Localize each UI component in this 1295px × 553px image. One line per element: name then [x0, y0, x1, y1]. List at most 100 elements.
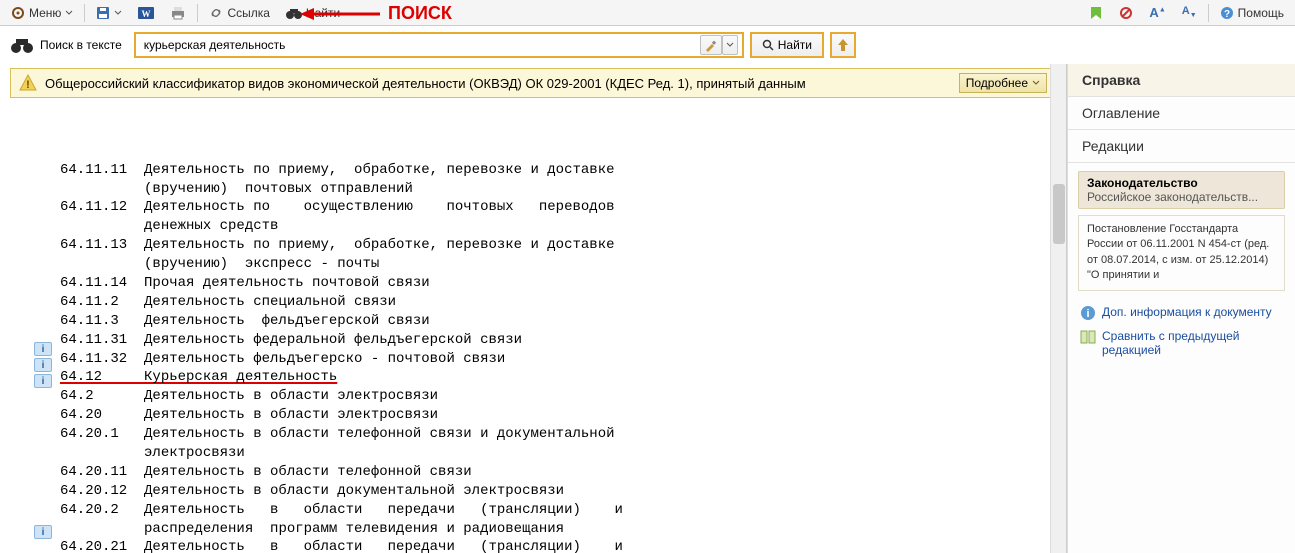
doc-line: 64.11.32 Деятельность фельдъегерско - по… — [60, 350, 1046, 369]
search-row: Поиск в тексте Найти — [0, 26, 1295, 64]
right-panel-header-title: Законодательство — [1087, 176, 1276, 190]
svg-text:?: ? — [1224, 9, 1230, 20]
info-badges-group: i i i — [34, 342, 52, 388]
chevron-down-icon — [1032, 79, 1040, 87]
search-options-button[interactable] — [700, 35, 722, 55]
printer-icon — [170, 6, 186, 20]
right-panel-header: Законодательство Российское законодатель… — [1078, 171, 1285, 209]
doc-line: 64.2 Деятельность в области электросвязи — [60, 387, 1046, 406]
binoculars-icon — [286, 6, 302, 20]
chevron-down-icon — [726, 41, 734, 49]
doc-line: (вручению) экспресс - почты — [60, 255, 1046, 274]
find-button-label: Найти — [778, 38, 812, 52]
search-binoculars-icon — [10, 35, 34, 55]
scrollbar-thumb[interactable] — [1053, 184, 1065, 244]
compare-icon — [1080, 329, 1096, 345]
doc-line: 64.11.2 Деятельность специальной связи — [60, 293, 1046, 312]
doc-line: 64.12 Курьерская деятельность — [60, 368, 1046, 387]
warning-icon: ! — [19, 74, 37, 92]
right-tab[interactable]: Справка — [1068, 64, 1295, 97]
warning-more-button[interactable]: Подробнее — [959, 73, 1047, 93]
right-link[interactable]: i Доп. информация к документу — [1078, 301, 1285, 325]
right-link-label: Доп. информация к документу — [1102, 305, 1272, 319]
svg-text:!: ! — [26, 79, 30, 91]
right-tabs: СправкаОглавлениеРедакции — [1068, 64, 1295, 163]
font-small-icon: A▼ — [1182, 5, 1197, 19]
vertical-scrollbar[interactable] — [1050, 64, 1066, 553]
content-column: ! Общероссийский классификатор видов эко… — [0, 64, 1067, 553]
toolbar-right: A▲ A▼ ? Помощь — [1082, 2, 1291, 23]
find-global-button[interactable]: Найти — [279, 3, 347, 23]
help-label: Помощь — [1238, 6, 1284, 20]
link-label: Ссылка — [227, 6, 269, 20]
right-tab[interactable]: Редакции — [1068, 130, 1295, 163]
warning-bar: ! Общероссийский классификатор видов эко… — [10, 68, 1056, 98]
bookmark-icon — [1089, 6, 1103, 20]
font-increase-button[interactable]: A▲ — [1142, 2, 1172, 23]
save-button[interactable] — [89, 3, 129, 23]
doc-line: 64.20.2 Деятельность в области передачи … — [60, 501, 1046, 520]
question-icon: ? — [1220, 6, 1234, 20]
warning-more-label: Подробнее — [966, 76, 1028, 90]
right-column: СправкаОглавлениеРедакции Законодательст… — [1067, 64, 1295, 553]
find-label: Найти — [306, 6, 340, 20]
print-button[interactable] — [163, 3, 193, 23]
doc-line: 64.20.12 Деятельность в области документ… — [60, 482, 1046, 501]
menu-label: Меню — [29, 6, 61, 20]
right-link[interactable]: Сравнить с предыдущей редакцией — [1078, 325, 1285, 361]
doc-line: 64.11.13 Деятельность по приему, обработ… — [60, 236, 1046, 255]
doc-line: 64.11.3 Деятельность фельдъегерской связ… — [60, 312, 1046, 331]
doc-line: 64.20.1 Деятельность в области телефонно… — [60, 425, 1046, 444]
doc-line: 64.20.21 Деятельность в области передачи… — [60, 538, 1046, 553]
search-input[interactable] — [140, 38, 700, 52]
chevron-down-icon — [114, 9, 122, 17]
diskette-icon — [96, 6, 110, 20]
find-button[interactable]: Найти — [750, 32, 824, 58]
doc-line: (вручению) почтовых отправлений — [60, 180, 1046, 199]
word-icon: W — [138, 6, 154, 20]
brush-icon — [704, 38, 718, 52]
font-decrease-button[interactable]: A▼ — [1175, 2, 1204, 22]
tool-a-button[interactable] — [1082, 3, 1110, 23]
document-body[interactable]: 64.11.11 Деятельность по приему, обработ… — [0, 100, 1066, 553]
right-doc-ref[interactable]: Постановление Госстандарта России от 06.… — [1078, 215, 1285, 291]
doc-line: 64.20.11 Деятельность в области телефонн… — [60, 463, 1046, 482]
search-box — [134, 32, 744, 58]
main-area: ! Общероссийский классификатор видов эко… — [0, 64, 1295, 553]
help-button[interactable]: ? Помощь — [1213, 3, 1291, 23]
doc-line: 64.20 Деятельность в области электросвяз… — [60, 406, 1046, 425]
search-dropdown-button[interactable] — [722, 35, 738, 55]
svg-text:W: W — [142, 9, 151, 19]
info-badge[interactable]: i — [34, 342, 52, 356]
font-large-icon: A▲ — [1149, 5, 1165, 20]
doc-line: распределения программ телевидения и рад… — [60, 520, 1046, 539]
warning-text: Общероссийский классификатор видов эконо… — [45, 76, 951, 91]
arrow-up-icon — [837, 38, 849, 52]
menu-button[interactable]: Меню — [4, 3, 80, 23]
right-panel: Законодательство Российское законодатель… — [1068, 163, 1295, 369]
right-tab[interactable]: Оглавление — [1068, 97, 1295, 130]
info-badge[interactable]: i — [34, 374, 52, 388]
link-button[interactable]: Ссылка — [202, 3, 276, 23]
gear-icon — [11, 6, 25, 20]
right-panel-header-sub: Российское законодательств... — [1087, 190, 1276, 204]
doc-line: электросвязи — [60, 444, 1046, 463]
search-label: Поиск в тексте — [40, 38, 122, 52]
right-links: i Доп. информация к документу Сравнить с п… — [1078, 301, 1285, 361]
doc-line: 64.11.14 Прочая деятельность почтовой св… — [60, 274, 1046, 293]
disable-icon — [1119, 6, 1133, 20]
export-word-button[interactable]: W — [131, 3, 161, 23]
main-toolbar: Меню W Ссылка Найти A▲ A▼ ? Помощь — [0, 0, 1295, 26]
doc-line: 64.11.11 Деятельность по приему, обработ… — [60, 161, 1046, 180]
info-badge[interactable]: i — [34, 525, 52, 539]
tool-b-button[interactable] — [1112, 3, 1140, 23]
search-up-button[interactable] — [830, 32, 856, 58]
info-badge[interactable]: i — [34, 358, 52, 372]
doc-line: 64.11.12 Деятельность по осуществлению п… — [60, 198, 1046, 217]
magnifier-icon — [762, 39, 774, 51]
right-link-label: Сравнить с предыдущей редакцией — [1102, 329, 1283, 357]
doc-line: 64.11.31 Деятельность федеральной фельдъ… — [60, 331, 1046, 350]
svg-text:i: i — [1086, 308, 1089, 320]
chevron-down-icon — [65, 9, 73, 17]
doc-line: денежных средств — [60, 217, 1046, 236]
